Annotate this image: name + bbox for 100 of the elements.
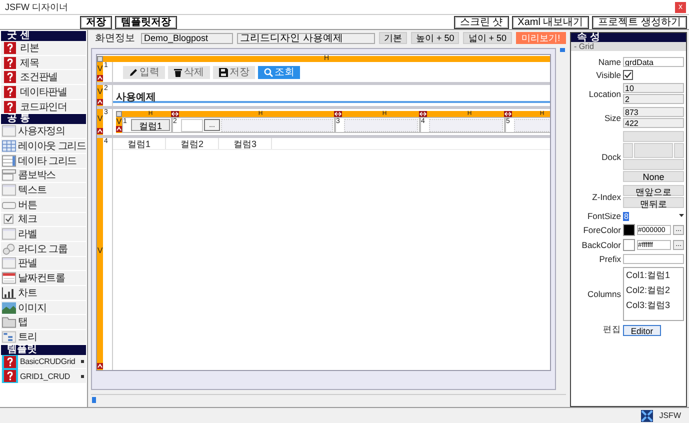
action-button[interactable]: 넓이 + 50 — [463, 32, 512, 44]
toolbar-button[interactable]: Xaml 내보내기 — [512, 16, 590, 28]
toolbar-button[interactable]: 스크린 샷 — [454, 16, 509, 28]
panel-header: 속 성 — [571, 33, 686, 42]
control-icon — [2, 228, 16, 240]
tree-icon — [2, 330, 16, 343]
dropdown-caret-icon — [679, 214, 684, 218]
scroll-thumb[interactable] — [560, 48, 565, 52]
row-handle[interactable]: V — [97, 109, 103, 135]
help-icon — [2, 70, 18, 84]
handle-label: V — [116, 118, 122, 126]
row-handle[interactable]: V — [97, 62, 103, 82]
color-swatch[interactable] — [623, 239, 635, 251]
screen-name-field[interactable]: Demo_Blogpost — [141, 32, 233, 44]
search-icon — [264, 68, 272, 76]
property-label: BackColor — [580, 240, 622, 250]
toolbox-item[interactable]: 날짜컨트롤 — [1, 271, 86, 286]
toolbox-item[interactable]: 판넬 — [1, 256, 86, 272]
trash-icon — [174, 68, 182, 76]
toolbox-item[interactable]: 트리 — [1, 330, 86, 345]
toolbox-item[interactable]: 제목 — [1, 56, 86, 70]
split-icon — [334, 111, 342, 117]
field-label: 화면정보 — [94, 32, 136, 45]
toolbox-item[interactable]: 데이타판넬 — [1, 85, 86, 100]
close-button[interactable]: x — [675, 2, 686, 12]
property-label: Z-Index — [591, 192, 622, 202]
toolbox-item[interactable]: GRID1_CRUD — [1, 369, 86, 384]
column-button[interactable]: 컬럼1 — [131, 119, 170, 131]
editor-button[interactable]: Editor — [623, 324, 661, 336]
list-item[interactable]: Col1:컬럼1 — [626, 269, 681, 282]
split-icon — [171, 111, 179, 117]
toolbox-item[interactable]: 체크 — [1, 212, 86, 228]
control-icon — [2, 125, 16, 138]
property-label: Size — [603, 112, 622, 122]
split-icon — [504, 111, 512, 117]
toolbox-item[interactable]: 리본 — [1, 41, 86, 56]
tab-icon — [2, 316, 16, 328]
action-button[interactable]: 기본 — [379, 32, 407, 44]
row-handle[interactable]: V — [116, 117, 122, 133]
status-text: JSFW — [659, 411, 681, 420]
toolbar-button[interactable]: 프로젝트 생성하기 — [592, 16, 687, 28]
dropdown[interactable]: 8 — [623, 212, 684, 220]
handle-label: V — [97, 114, 103, 122]
toolbox-item[interactable]: 차트 — [1, 286, 86, 301]
order-button[interactable]: 맨앞으로 — [623, 185, 684, 196]
toolbox-item[interactable]: 레이아웃 그리드 — [1, 139, 86, 154]
image-icon — [2, 302, 16, 314]
help-icon — [2, 40, 18, 55]
toolbox-item[interactable]: 텍스트 — [1, 183, 86, 198]
toolbox-item[interactable]: 코드파인더 — [1, 100, 86, 114]
row-handle[interactable]: V — [97, 138, 103, 370]
bullet-icon — [81, 374, 84, 378]
property-label: Dock — [600, 152, 622, 162]
list-item[interactable]: Col3:컬럼3 — [626, 299, 681, 312]
radio-icon — [2, 242, 16, 255]
toolbox-item[interactable]: 버튼 — [1, 198, 86, 213]
toolbox-item[interactable]: 라벨 — [1, 227, 86, 242]
row-handle[interactable]: V — [97, 85, 103, 106]
column-header[interactable]: 컬럼3 — [219, 138, 272, 149]
property-label: Name — [597, 57, 622, 67]
scroll-thumb[interactable] — [92, 397, 96, 403]
toolbar-button[interactable]: 템플릿저장 — [115, 16, 177, 28]
checkbox[interactable] — [623, 70, 633, 80]
input-field[interactable]: 2 — [623, 94, 684, 104]
property-label: FontSize — [586, 211, 622, 221]
dock-none-button[interactable]: None — [623, 171, 684, 182]
toolbox-item[interactable]: 조건판넬 — [1, 70, 86, 86]
list-item[interactable]: Col2:컬럼2 — [626, 284, 681, 297]
order-button[interactable]: 맨뒤로 — [623, 197, 684, 208]
action-button[interactable]: 높이 + 50 — [411, 32, 460, 44]
list-box[interactable]: Col1:컬럼1 Col2:컬럼2 Col3:컬럼3 — [623, 267, 684, 321]
section-header[interactable]: - Grid — [571, 42, 686, 51]
property-label: Columns — [586, 289, 622, 299]
grid-icon — [2, 140, 16, 152]
toolbox-item[interactable]: 사용자정의 — [1, 124, 86, 140]
column-header[interactable]: 컬럼1 — [113, 138, 166, 149]
toolbox-item[interactable]: 탭 — [1, 315, 86, 330]
input-field[interactable] — [623, 254, 684, 264]
input-field[interactable]: 873 — [623, 107, 684, 117]
toolbox-item[interactable]: 콤보박스 — [1, 168, 86, 184]
color-swatch[interactable] — [623, 224, 635, 236]
input-field[interactable]: grdData — [623, 57, 684, 67]
toolbox-item[interactable]: 이미지 — [1, 300, 86, 316]
toolbar-button[interactable]: 저장 — [80, 16, 112, 28]
input-field[interactable]: 422 — [623, 118, 684, 128]
help-icon — [2, 84, 18, 99]
help-icon — [2, 100, 18, 114]
column-header[interactable]: 컬럼2 — [166, 138, 219, 149]
screen-title-field[interactable]: 그리드디자인 사용예제 — [237, 32, 375, 44]
marker-icon — [116, 126, 122, 132]
input-field[interactable] — [181, 118, 203, 132]
dock-selector-drawing[interactable] — [623, 131, 684, 170]
help-icon — [2, 56, 18, 70]
sidebar-header: 템플릿 — [1, 344, 86, 355]
input-field[interactable]: 10 — [623, 83, 684, 93]
toolbox-item[interactable]: 라디오 그룹 — [1, 242, 86, 257]
toolbox-item[interactable]: 데이타 그리드 — [1, 154, 86, 168]
toolbox-item[interactable]: BasicCRUDGrid — [1, 354, 86, 370]
split-icon — [419, 111, 427, 117]
handle-label: V — [97, 246, 103, 254]
